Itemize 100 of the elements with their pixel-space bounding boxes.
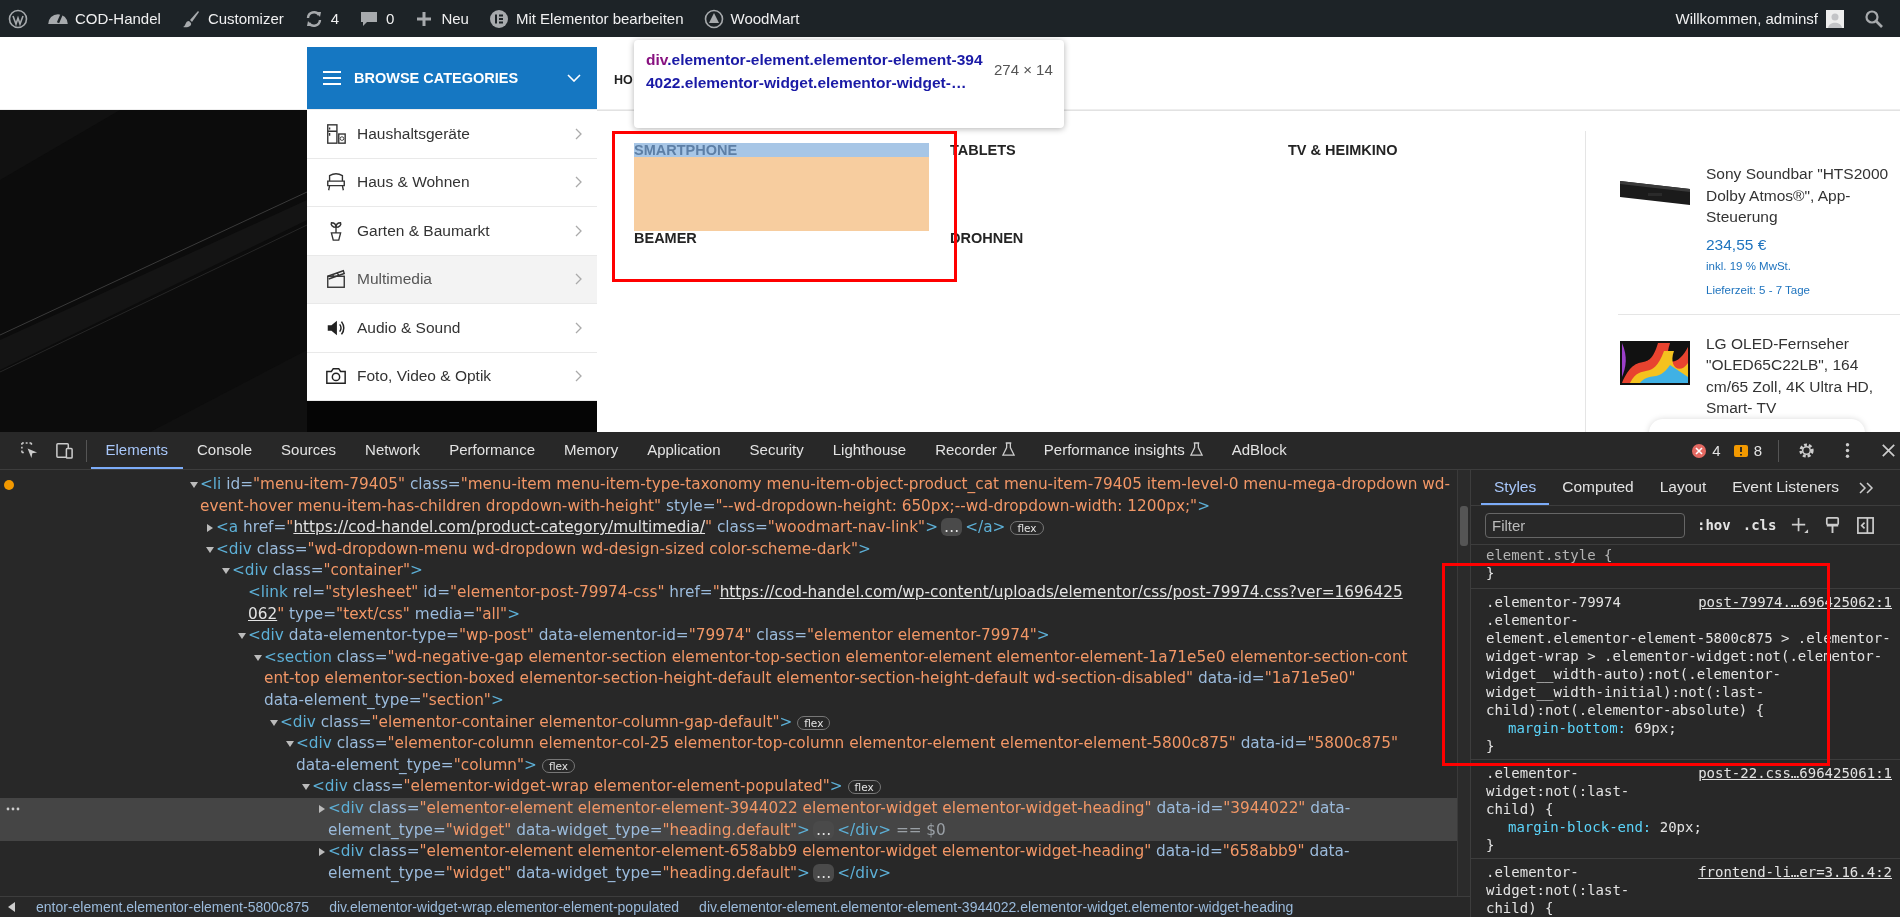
css-selector: .elementor-	[1486, 764, 1579, 782]
toggle-button[interactable]: :hov	[1685, 517, 1731, 533]
close-icon[interactable]	[1879, 441, 1898, 460]
browse-categories-button[interactable]: BROWSE CATEGORIES	[307, 47, 597, 109]
sidebar-toggle-icon[interactable]	[1856, 515, 1876, 535]
search-icon[interactable]	[1864, 8, 1884, 29]
devtools-tab[interactable]: Sources	[266, 432, 351, 469]
product-name[interactable]: LG OLED-Fernseher "OLED65C22LB", 164 cm/65 Zoll, 4K Ultra HD, Smart- TV	[1706, 332, 1891, 419]
sidebar-tab[interactable]: Styles	[1481, 470, 1550, 505]
devtools-tab[interactable]: Recorder	[920, 432, 1030, 469]
devtools-tab[interactable]: Console	[182, 432, 267, 469]
css-selector: child):not(.elementor-absolute) {	[1486, 701, 1766, 719]
code-line: <div class="elementor-container elementor-column-gap-default"> flex	[280, 711, 831, 734]
more-icon[interactable]	[6, 806, 20, 811]
expand-arrow-icon[interactable]	[190, 481, 198, 489]
admin-bar-item[interactable]: Customizer	[180, 8, 284, 29]
devtools-tab[interactable]: AdBlock	[1217, 432, 1302, 469]
sidebar-tab[interactable]: Layout	[1646, 470, 1720, 505]
dom-node[interactable]: <div class="wd-dropdown-menu wd-dropdown wd-design-sized color-scheme-dark">	[206, 538, 1457, 561]
filter-field[interactable]: Filter	[1485, 512, 1685, 538]
error-icon	[1691, 442, 1708, 459]
source-link[interactable]: post-22.css…696425061:1	[1698, 764, 1892, 782]
category-link[interactable]: TV & HEIMKINO	[1288, 143, 1583, 157]
url-link[interactable]: https://cod-handel.com/wp-content/uploads/elementor/css/post-79974.css?ver=1696425	[719, 582, 1403, 601]
devtools-tab[interactable]: Performance insights	[1029, 432, 1218, 469]
dom-node[interactable]: <div class="container">	[222, 560, 1457, 582]
chevron-right-icon	[575, 224, 583, 237]
code-line: <link rel="stylesheet" id="elementor-post-79974-css" href="https://cod-handel.com/wp-content/uploads/elementor/css/post-79974.css?ver=1696425	[248, 581, 1403, 603]
devtools-tab[interactable]: Network	[350, 432, 435, 469]
dom-node[interactable]: <a href="https://cod-handel.com/product-category/multimedia/" class="woodmart-nav-link"> … </a> flex	[206, 517, 1457, 539]
device-toolbar-icon[interactable]	[55, 441, 74, 460]
ellipsis-button[interactable]: …	[812, 820, 835, 839]
category-item[interactable]: Multimedia	[307, 255, 597, 304]
source-link[interactable]: frontend-li…er=3.16.4:2	[1698, 863, 1892, 881]
appliance-icon	[325, 122, 347, 145]
sidebar-tab[interactable]: Event Listeners	[1719, 470, 1853, 505]
expand-arrow-icon[interactable]	[222, 567, 230, 576]
admin-bar-item[interactable]: 0	[359, 8, 395, 29]
admin-bar-item[interactable]: COD-Handel	[48, 10, 161, 27]
devtools-tab[interactable]: Performance	[434, 432, 550, 469]
ellipsis-button[interactable]: …	[940, 518, 963, 537]
dom-node[interactable]: <link rel="stylesheet" id="elementor-post-79974-css" href="https://cod-handel.com/wp-content/uploads/elementor/css/post-79974.css?ver=1696425 062" type="text/css" media="all">	[238, 581, 1457, 626]
code-line: <li id="menu-item-79405" class="menu-item menu-item-type-taxonomy menu-item-object-product_cat menu-item-79405 item-level-0 menu-mega-dropdown wd-	[200, 474, 1451, 495]
settings-icon[interactable]	[1797, 441, 1816, 460]
ellipsis-button[interactable]: …	[812, 863, 835, 882]
dom-node[interactable]: <div class="elementor-element elementor-element-658abb9 elementor-widget elementor-widget-heading" data-id="658abb9" data- element_type="widget" data-widget_type="heading.default"> … </div>	[318, 841, 1457, 885]
scroll-left-icon[interactable]	[8, 902, 16, 912]
breadcrumb-item[interactable]: entor-element.elementor-element-5800c875	[36, 899, 310, 915]
avatar[interactable]	[1826, 9, 1844, 28]
logo-icon	[488, 8, 509, 29]
expand-arrow-icon[interactable]	[206, 524, 214, 533]
url-link[interactable]: https://cod-handel.com/product-category/multimedia/	[293, 518, 706, 537]
chevron-right-icon	[575, 176, 583, 189]
breadcrumb-item[interactable]: div.elementor-element.elementor-element-3944022.elementor-widget.elementor-widget-heading	[699, 899, 1294, 915]
admin-bar-item[interactable]: Mit Elementor bearbeiten	[488, 8, 684, 29]
category-link[interactable]: BEAMER	[634, 231, 929, 245]
nav-link[interactable]: HO	[614, 72, 633, 87]
dom-node[interactable]: <div class="elementor-container elementor-column-gap-default"> flex	[270, 711, 1457, 734]
expand-arrow-icon[interactable]	[286, 740, 294, 749]
closing-brace: }	[1486, 836, 1496, 854]
greeting-link[interactable]: Willkommen, adminsf	[1675, 10, 1818, 27]
devtools-tab[interactable]: Memory	[549, 432, 633, 469]
sidebar-tab[interactable]: Computed	[1549, 470, 1647, 505]
expand-arrow-icon[interactable]	[302, 783, 310, 792]
scrollbar[interactable]	[1457, 470, 1470, 896]
dom-node[interactable]: <div data-elementor-type="wp-post" data-elementor-id="79974" class="elementor elementor-79974">	[238, 625, 1457, 647]
product-name[interactable]: Sony Soundbar "HTS2000 Dolby Atmos®", App-Steuerung	[1706, 163, 1891, 228]
logo-icon[interactable]	[8, 8, 28, 29]
admin-bar-item[interactable]: 4	[303, 8, 340, 29]
inspect-icon[interactable]	[20, 441, 39, 460]
devtools-tab[interactable]: Application	[632, 432, 736, 469]
plus-icon[interactable]	[1790, 515, 1810, 535]
code-line: <div class="elementor-element elementor-element-3944022 elementor-widget elementor-widget-heading" data-id="3944022" data-	[328, 797, 1351, 819]
css-declaration[interactable]: margin-block-end: 20px;	[1486, 818, 1894, 836]
code-line: 062" type="text/css" media="all">	[248, 603, 521, 625]
devtools-tab[interactable]: Lighthouse	[818, 432, 921, 469]
admin-bar-item[interactable]: WoodMart	[703, 8, 800, 29]
expand-arrow-icon[interactable]	[318, 848, 326, 857]
more-tabs-icon[interactable]	[1858, 481, 1875, 494]
dom-node[interactable]: <div class="elementor-widget-wrap elementor-element-populated"> flex	[302, 776, 1457, 798]
expand-arrow-icon[interactable]	[270, 718, 278, 727]
warning-count[interactable]: 8	[1732, 442, 1762, 459]
expand-arrow-icon[interactable]	[254, 653, 262, 662]
expand-arrow-icon[interactable]	[238, 632, 246, 641]
css-selector: child) {	[1486, 899, 1555, 917]
expand-arrow-icon[interactable]	[206, 545, 214, 554]
devtools-tab[interactable]: Elements	[91, 432, 183, 469]
breadcrumb-item[interactable]: div.elementor-widget-wrap.elementor-element-populated	[329, 899, 680, 915]
admin-bar-item[interactable]: Neu	[414, 8, 469, 29]
css-selector: widget:not(:last-	[1486, 782, 1631, 800]
code-line: <div class="container">	[232, 560, 423, 582]
expand-arrow-icon[interactable]	[318, 804, 326, 813]
error-count[interactable]: 4	[1691, 442, 1721, 459]
devtools-tab[interactable]: Security	[735, 432, 819, 469]
code-line: <div class="wd-dropdown-menu wd-dropdown wd-design-sized color-scheme-dark">	[216, 538, 871, 560]
url-link[interactable]: 062	[248, 604, 278, 623]
css-declaration[interactable]: margin-bottom: 69px;	[1486, 719, 1894, 737]
tax-note: inkl. 19 % MwSt.	[1706, 259, 1792, 272]
toggle-button[interactable]: .cls	[1730, 517, 1777, 533]
chevron-right-icon	[575, 273, 583, 286]
